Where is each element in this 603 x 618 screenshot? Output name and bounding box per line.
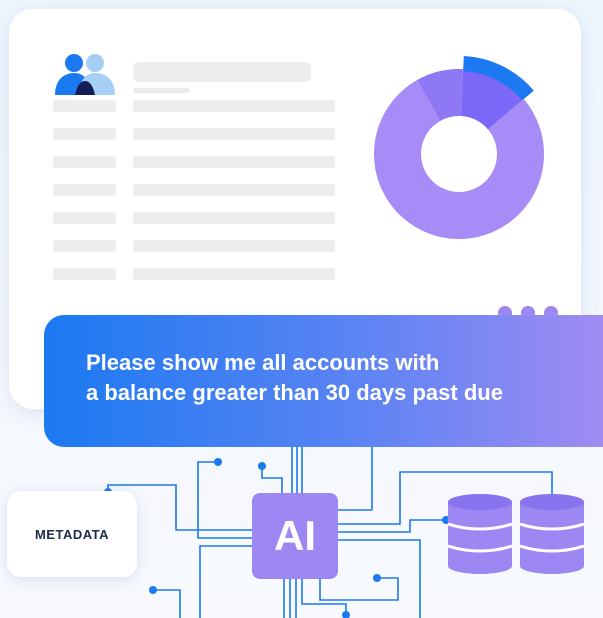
title-placeholder bbox=[133, 62, 311, 82]
users-icon bbox=[53, 53, 117, 97]
query-line-1: Please show me all accounts with bbox=[86, 350, 440, 375]
donut-chart bbox=[354, 49, 564, 259]
metadata-box: METADATA bbox=[7, 491, 137, 577]
query-line-2: a balance greater than 30 days past due bbox=[86, 380, 503, 405]
table-row bbox=[9, 268, 581, 280]
subtitle-placeholder bbox=[133, 88, 190, 93]
query-bubble: Please show me all accounts with a balan… bbox=[44, 315, 603, 447]
ai-label: AI bbox=[274, 512, 316, 559]
database-icon bbox=[448, 494, 512, 574]
query-text: Please show me all accounts with a balan… bbox=[86, 348, 586, 408]
database-icon bbox=[520, 494, 584, 574]
metadata-label: METADATA bbox=[34, 526, 110, 542]
ai-chip: AI bbox=[252, 493, 338, 579]
